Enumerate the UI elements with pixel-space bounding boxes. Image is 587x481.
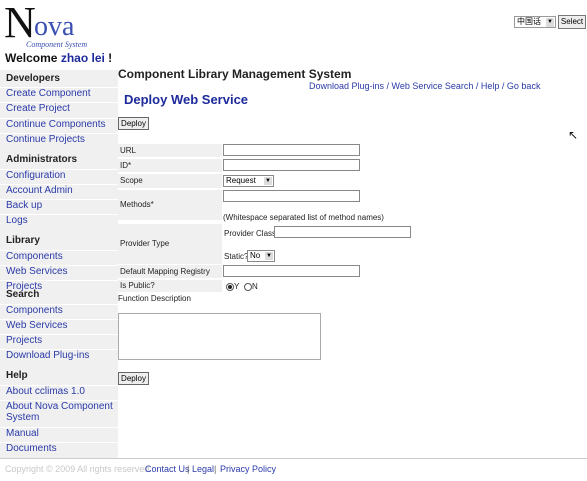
app-title: Component Library Management System xyxy=(118,67,352,81)
url-label: URL xyxy=(118,144,222,157)
logo-text: ova xyxy=(34,11,75,42)
sidebar-item-create-component[interactable]: Create Component xyxy=(0,87,118,99)
scope-value: Request xyxy=(226,176,256,185)
mapping-label: Default Mapping Registry Class xyxy=(118,265,222,289)
sidebar-item-search-projects[interactable]: Projects xyxy=(0,334,118,346)
sidebar-heading-developers: Developers xyxy=(6,73,60,84)
sidebar-item-about-nova[interactable]: About Nova Component xyxy=(0,400,118,412)
sidebar-item-about-nova-cont[interactable]: System xyxy=(0,412,118,423)
sidebar-item-logs[interactable]: Logs xyxy=(0,214,118,226)
contact-us-link[interactable]: Contact Us xyxy=(145,464,190,474)
sidebar-item-account-admin[interactable]: Account Admin xyxy=(0,184,118,196)
sidebar-item-about-cclimas[interactable]: About cclimas 1.0 xyxy=(0,385,118,397)
scope-label: Scope xyxy=(118,174,222,188)
mouse-cursor-icon: ↖ xyxy=(568,128,579,142)
chevron-down-icon: ▼ xyxy=(546,18,554,27)
welcome-label: Welcome xyxy=(5,51,58,65)
sidebar-item-configuration[interactable]: Configuration xyxy=(0,169,118,181)
chevron-down-icon: ▼ xyxy=(264,177,272,185)
language-value: 中国话 xyxy=(517,17,541,26)
footer-separator: | xyxy=(214,464,217,474)
sidebar-item-download-plugins[interactable]: Download Plug-ins xyxy=(0,349,118,361)
sidebar-item-library-web-services[interactable]: Web Services xyxy=(0,265,118,277)
page-title: Deploy Web Service xyxy=(124,92,249,107)
welcome-exclaim: ! xyxy=(108,51,113,65)
static-select[interactable]: No ▼ xyxy=(247,250,275,262)
public-yes-label: Y xyxy=(234,282,240,291)
language-select[interactable]: 中国话 ▼ xyxy=(514,16,556,28)
description-textarea[interactable] xyxy=(118,313,321,360)
top-links[interactable]: Download Plug-ins / Web Service Search /… xyxy=(309,81,540,91)
public-yes-radio[interactable] xyxy=(226,283,234,291)
sidebar-item-continue-components[interactable]: Continue Components xyxy=(0,118,118,130)
footer: Copyright © 2009 All rights reserved. Co… xyxy=(0,458,587,481)
sidebar-item-search-web-services[interactable]: Web Services xyxy=(0,319,118,331)
sidebar-item-search-components[interactable]: Components xyxy=(0,304,118,316)
methods-label: Methods* xyxy=(118,190,222,220)
provider-class-label: Provider Class: xyxy=(224,229,279,238)
public-label: Is Public? xyxy=(118,280,222,292)
chevron-down-icon: ▼ xyxy=(265,252,273,260)
sidebar-item-create-project[interactable]: Create Project xyxy=(0,102,118,114)
legal-link[interactable]: Legal xyxy=(192,464,214,474)
sidebar-heading-library: Library xyxy=(6,235,40,246)
public-no-label: N xyxy=(252,282,258,291)
sidebar-heading-search: Search xyxy=(6,289,40,300)
id-label: ID* xyxy=(118,159,222,172)
footer-separator: | xyxy=(187,464,190,474)
privacy-policy-link[interactable]: Privacy Policy xyxy=(220,464,276,474)
static-value: No xyxy=(250,251,261,260)
deploy-button-top[interactable]: Deploy xyxy=(118,117,149,130)
description-label: Function Description xyxy=(118,294,191,303)
static-label: Static? xyxy=(224,252,249,261)
select-button[interactable]: Select xyxy=(558,15,586,29)
methods-input[interactable] xyxy=(223,190,360,202)
url-input[interactable] xyxy=(223,144,360,156)
username: zhao lei xyxy=(60,51,105,65)
nova-logo: N ova Component System xyxy=(4,0,114,50)
deploy-button-bottom[interactable]: Deploy xyxy=(118,372,149,385)
sidebar-item-back-up[interactable]: Back up xyxy=(0,199,118,211)
sidebar-item-manual[interactable]: Manual xyxy=(0,427,118,439)
public-no-radio[interactable] xyxy=(244,283,252,291)
mapping-input[interactable] xyxy=(223,265,360,277)
welcome-message: Welcome zhao lei ! xyxy=(5,51,112,65)
sidebar-item-library-components[interactable]: Components xyxy=(0,250,118,262)
scope-select[interactable]: Request ▼ xyxy=(223,175,274,187)
sidebar-heading-help: Help xyxy=(6,370,28,381)
sidebar-heading-administrators: Administrators xyxy=(6,154,78,165)
id-input[interactable] xyxy=(223,159,360,171)
methods-hint: (Whitespace separated list of method nam… xyxy=(223,213,384,222)
sidebar-item-documents[interactable]: Documents xyxy=(0,442,118,454)
logo-subtitle: Component System xyxy=(26,40,88,49)
copyright-text: Copyright © 2009 All rights reserved. xyxy=(5,464,152,474)
provider-type-label: Provider Type xyxy=(118,224,222,264)
provider-class-input[interactable] xyxy=(274,226,411,238)
sidebar-nav: Developers Create Component Create Proje… xyxy=(0,70,118,458)
sidebar-item-continue-projects[interactable]: Continue Projects xyxy=(0,133,118,145)
